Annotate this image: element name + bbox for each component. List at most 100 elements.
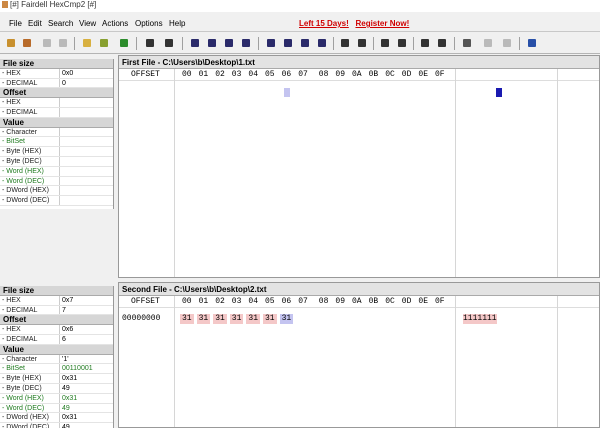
prev-block-icon[interactable]	[281, 36, 295, 50]
info-row: - Word (DEC)	[0, 176, 113, 187]
menu-file[interactable]: File	[9, 19, 22, 29]
help-icon[interactable]	[525, 36, 539, 50]
column-label: 06	[281, 297, 292, 306]
hex-byte[interactable]: 31	[246, 314, 260, 324]
menu-bar: File Edit Search View Actions Options He…	[0, 17, 600, 32]
info-value	[59, 137, 113, 147]
info-row: - DECIMAL 0	[0, 78, 113, 89]
column-label: 0D	[401, 70, 412, 79]
last-diff-icon[interactable]	[239, 36, 253, 50]
info-value: 00110001	[59, 364, 113, 374]
second-file-column-header: OFFSET 00 01 02 03 04 05 06 07 08 09 0A 0B 0C 0D 0E 0F	[119, 296, 599, 308]
section-header: File size	[0, 286, 113, 296]
stop-icon[interactable]	[40, 36, 54, 50]
trial-days-link[interactable]: Left 15 Days!	[299, 19, 349, 28]
hex-byte[interactable]: 31	[263, 314, 277, 324]
divider	[557, 296, 558, 427]
info-value	[59, 176, 113, 186]
toolbar-separator	[136, 37, 137, 50]
second-file-hex-pane[interactable]: Second File - C:\Users\b\Desktop\2.txt O…	[118, 282, 600, 428]
info-value	[59, 98, 113, 107]
divider	[455, 69, 456, 277]
menu-view[interactable]: View	[79, 19, 96, 29]
menu-actions[interactable]: Actions	[102, 19, 128, 29]
menu-search[interactable]: Search	[48, 19, 73, 29]
offset-header: OFFSET	[131, 70, 160, 79]
info-row: - BitSet	[0, 137, 113, 148]
info-row: - Word (HEX)	[0, 166, 113, 177]
right-align-icon[interactable]	[395, 36, 409, 50]
info-label: - Word (HEX)	[2, 394, 44, 402]
refresh-icon[interactable]	[117, 36, 131, 50]
column-label: 00	[182, 297, 192, 306]
sync-icon[interactable]	[338, 36, 352, 50]
menu-edit[interactable]: Edit	[28, 19, 42, 29]
info-label: - DWord (DEC)	[2, 424, 50, 428]
info-label: - BitSet	[2, 365, 25, 373]
prev-diff-icon[interactable]	[205, 36, 219, 50]
hex-byte[interactable]: 31	[180, 314, 194, 324]
info-label: - Word (DEC)	[2, 404, 45, 412]
info-value	[59, 186, 113, 196]
info-row: - Word (HEX) 0x31	[0, 393, 113, 404]
info-label: - DECIMAL	[2, 306, 38, 314]
compare-left-icon[interactable]	[80, 36, 94, 50]
info-value	[59, 147, 113, 156]
info-label: - Character	[2, 355, 38, 363]
stop-icon[interactable]	[56, 36, 70, 50]
column-label: 04	[248, 70, 258, 79]
second-file-title: Second File - C:\Users\b\Desktop\2.txt	[119, 283, 599, 296]
ascii-text[interactable]: 1111111	[463, 314, 497, 324]
info-value	[59, 127, 113, 137]
column-label: 07	[298, 70, 308, 79]
column-label: 0E	[418, 70, 428, 79]
register-now-link[interactable]: Register Now!	[355, 19, 409, 28]
second-file-info-panel: File size - HEX 0x7- DECIMAL 7 Offset - HEX 0x…	[0, 286, 114, 428]
next-block-icon[interactable]	[298, 36, 312, 50]
open-icon[interactable]	[4, 36, 18, 50]
last-block-icon[interactable]	[315, 36, 329, 50]
left-align-icon[interactable]	[378, 36, 392, 50]
binoculars-icon[interactable]	[143, 36, 157, 50]
info-value: 0x7	[59, 295, 113, 305]
divider	[455, 296, 456, 427]
info-row: - DECIMAL 7	[0, 305, 113, 316]
column-label: 06	[281, 70, 292, 79]
info-row: - Word (DEC) 49	[0, 403, 113, 414]
menu-options[interactable]: Options	[135, 19, 163, 29]
next-diff-icon[interactable]	[222, 36, 236, 50]
hex-byte[interactable]: 31	[229, 314, 244, 324]
hex-byte[interactable]: 31	[279, 314, 294, 324]
print-icon[interactable]	[460, 36, 474, 50]
lines-icon[interactable]	[435, 36, 449, 50]
info-value	[59, 166, 113, 176]
hex-byte[interactable]: 31	[213, 314, 227, 324]
column-label: 05	[265, 297, 275, 306]
first-diff-icon[interactable]	[188, 36, 202, 50]
info-label: - DECIMAL	[2, 335, 38, 343]
toolbar-separator	[74, 37, 75, 50]
hex-byte[interactable]: 31	[196, 314, 211, 324]
info-value: 49	[59, 403, 113, 413]
toolbar-separator	[413, 37, 414, 50]
info-value: '1'	[59, 354, 113, 364]
first-file-hex-pane[interactable]: First File - C:\Users\b\Desktop\1.txt OF…	[118, 55, 600, 278]
open-second-icon[interactable]	[20, 36, 34, 50]
find-icon[interactable]	[162, 36, 176, 50]
column-label: 0C	[385, 297, 395, 306]
menu-help[interactable]: Help	[169, 19, 185, 29]
info-value: 7	[59, 305, 113, 315]
first-block-icon[interactable]	[264, 36, 278, 50]
info-row: - HEX 0x0	[0, 68, 113, 79]
info-row: - Byte (DEC) 49	[0, 383, 113, 394]
divider	[557, 69, 558, 277]
sync-right-icon[interactable]	[355, 36, 369, 50]
info-row: - DWord (HEX) 0x31	[0, 413, 113, 424]
compare-right-icon[interactable]	[97, 36, 111, 50]
title-bar: [#] Fairdell HexCmp2 [#]	[0, 0, 600, 12]
info-label: - HEX	[2, 296, 21, 304]
settings-icon[interactable]	[481, 36, 495, 50]
column-label: 0E	[418, 297, 428, 306]
settings-alt-icon[interactable]	[500, 36, 514, 50]
bytes-icon[interactable]	[418, 36, 432, 50]
